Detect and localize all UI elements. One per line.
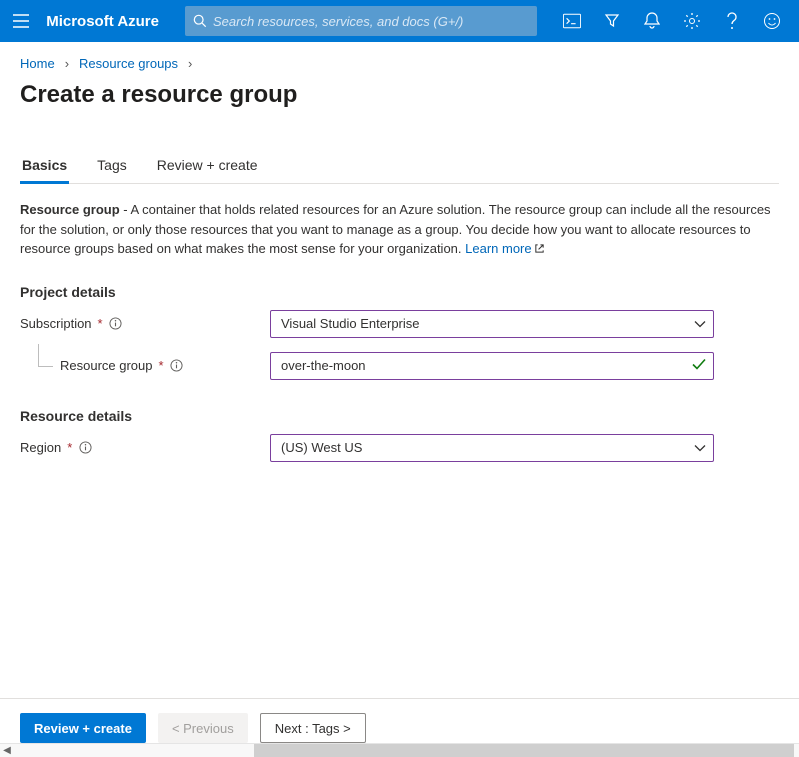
external-link-icon (534, 240, 545, 260)
scroll-left-arrow-icon[interactable]: ◀ (0, 744, 14, 757)
footer-actions: Review + create < Previous Next : Tags > (0, 698, 799, 743)
notifications-icon[interactable] (633, 0, 671, 42)
description-lead: Resource group (20, 202, 120, 217)
previous-button: < Previous (158, 713, 248, 743)
required-asterisk: * (98, 316, 103, 331)
subscription-select[interactable]: Visual Studio Enterprise (270, 310, 714, 338)
chevron-right-icon: › (188, 56, 192, 71)
breadcrumb-home[interactable]: Home (20, 56, 55, 71)
feedback-smile-icon[interactable] (753, 0, 791, 42)
field-subscription: Subscription * Visual Studio Enterprise (20, 310, 779, 338)
resource-group-input[interactable] (281, 358, 683, 373)
tab-review-create[interactable]: Review + create (155, 157, 260, 183)
resource-group-label: Resource group * (20, 358, 270, 373)
description-text: Resource group - A container that holds … (20, 200, 779, 260)
top-bar: Microsoft Azure (0, 0, 799, 42)
subscription-value: Visual Studio Enterprise (281, 316, 420, 331)
field-resource-group: Resource group * (20, 352, 779, 380)
required-asterisk: * (67, 440, 72, 455)
next-button[interactable]: Next : Tags > (260, 713, 366, 743)
region-select[interactable]: (US) West US (270, 434, 714, 462)
region-value: (US) West US (281, 440, 362, 455)
directories-filter-icon[interactable] (593, 0, 631, 42)
cloud-shell-icon[interactable] (553, 0, 591, 42)
scrollbar-thumb[interactable] (254, 744, 794, 757)
page-title: Create a resource group (20, 81, 779, 109)
required-asterisk: * (159, 358, 164, 373)
global-search[interactable] (185, 6, 537, 36)
search-input[interactable] (213, 14, 529, 29)
info-icon[interactable] (109, 317, 123, 331)
breadcrumb: Home › Resource groups › (0, 42, 799, 77)
info-icon[interactable] (78, 441, 92, 455)
info-icon[interactable] (170, 359, 184, 373)
chevron-right-icon: › (65, 56, 69, 71)
search-icon (193, 14, 207, 28)
chevron-down-icon (694, 440, 706, 455)
review-create-button[interactable]: Review + create (20, 713, 146, 743)
resource-group-input-wrap (270, 352, 714, 380)
section-resource-details: Resource details (20, 408, 779, 424)
checkmark-valid-icon (692, 358, 706, 373)
subscription-label: Subscription * (20, 316, 270, 331)
tab-bar: Basics Tags Review + create (20, 157, 779, 184)
settings-gear-icon[interactable] (673, 0, 711, 42)
help-icon[interactable] (713, 0, 751, 42)
section-project-details: Project details (20, 284, 779, 300)
description-body: - A container that holds related resourc… (20, 202, 771, 256)
region-label: Region * (20, 440, 270, 455)
field-region: Region * (US) West US (20, 434, 779, 462)
tab-tags[interactable]: Tags (95, 157, 129, 183)
learn-more-link[interactable]: Learn more (465, 241, 544, 256)
horizontal-scrollbar[interactable]: ◀ (0, 743, 799, 757)
hamburger-menu-icon[interactable] (8, 6, 34, 36)
chevron-down-icon (694, 316, 706, 331)
breadcrumb-resource-groups[interactable]: Resource groups (79, 56, 178, 71)
top-icon-row (553, 0, 791, 42)
tab-basics[interactable]: Basics (20, 157, 69, 183)
brand-label: Microsoft Azure (46, 13, 159, 30)
